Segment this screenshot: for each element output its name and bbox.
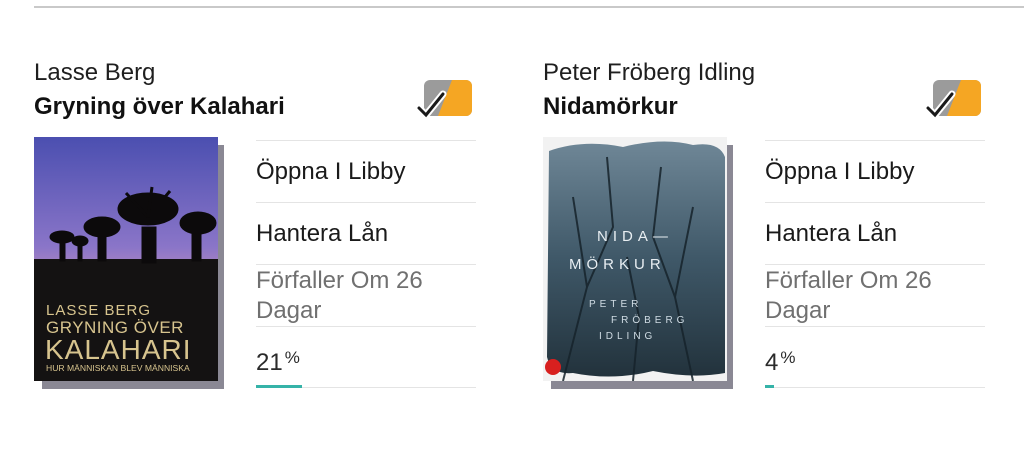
progress-percent: 21%: [256, 348, 300, 376]
reading-progress: 21%: [256, 326, 476, 388]
cover-title-line1: NIDA—: [597, 228, 673, 245]
loan-badge-icon: [924, 80, 981, 121]
loan-status-badge: [415, 78, 474, 122]
book-cover[interactable]: LASSE BERG GRYNING ÖVER KALAHARI HUR MÄN…: [34, 137, 224, 389]
book-title[interactable]: Nidamörkur: [543, 92, 678, 122]
book-actions: Öppna I Libby Hantera Lån Förfaller Om 2…: [256, 140, 476, 388]
open-in-libby-button[interactable]: Öppna I Libby: [765, 140, 985, 202]
reading-progress: 4%: [765, 326, 985, 388]
publisher-logo-icon: [545, 359, 561, 375]
cover-subtitle: HUR MÄNNISKAN BLEV MÄNNISKA: [46, 363, 190, 373]
due-date-text: Förfaller Om 26 Dagar: [256, 264, 476, 326]
cover-title-line2: MÖRKUR: [569, 255, 666, 273]
book-author: Lasse Berg: [34, 59, 156, 86]
book-cover[interactable]: NIDA— MÖRKUR PETER FRÖBERG IDLING: [543, 137, 733, 389]
loan-badge-icon: [415, 80, 472, 121]
progress-percent: 4%: [765, 348, 796, 376]
cover-author-line1: PETER: [589, 299, 642, 310]
book-title[interactable]: Gryning över Kalahari: [34, 92, 285, 122]
cover-author-line2: FRÖBERG: [611, 314, 688, 326]
cover-author: LASSE BERG: [46, 302, 151, 319]
book-card: Peter Fröberg Idling Nidamörkur NIDA— MÖ…: [543, 0, 1003, 454]
book-actions: Öppna I Libby Hantera Lån Förfaller Om 2…: [765, 140, 985, 388]
manage-loan-button[interactable]: Hantera Lån: [765, 202, 985, 264]
cover-title-line2: KALAHARI: [45, 334, 192, 365]
due-date-text: Förfaller Om 26 Dagar: [765, 264, 985, 326]
loan-status-badge: [924, 78, 983, 122]
book-card: Lasse Berg Gryning över Kalahari LASSE B…: [34, 0, 494, 454]
open-in-libby-button[interactable]: Öppna I Libby: [256, 140, 476, 202]
progress-bar-fill: [765, 385, 774, 388]
manage-loan-button[interactable]: Hantera Lån: [256, 202, 476, 264]
progress-bar-fill: [256, 385, 302, 388]
book-author: Peter Fröberg Idling: [543, 59, 756, 86]
cover-author-line3: IDLING: [599, 331, 656, 342]
